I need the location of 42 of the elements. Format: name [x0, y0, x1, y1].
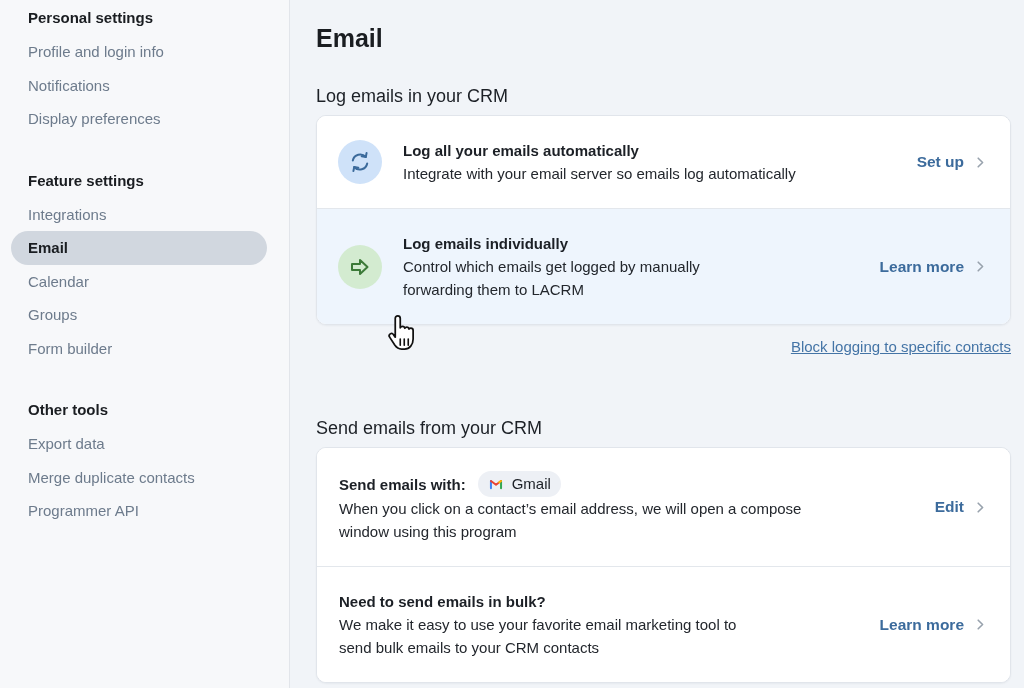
row-title: Need to send emails in bulk? [339, 592, 546, 612]
row-title: Log all your emails automatically [403, 141, 639, 161]
row-description: We make it easy to use your favorite email marketing tool to send bulk emails to your CRM contacts [339, 615, 738, 658]
sidebar-item[interactable]: Groups [11, 298, 267, 332]
row-description: Control which emails get logged by manually forwarding them to LACRM [403, 257, 701, 300]
sidebar-item[interactable]: Export data [11, 427, 267, 461]
sidebar-item[interactable]: Calendar [11, 264, 267, 298]
section-heading: Log emails in your CRM [316, 85, 510, 108]
page-title: Email [316, 23, 384, 53]
row-title: Log emails individually [403, 234, 569, 254]
section-heading: Send emails from your CRM [316, 417, 544, 440]
sidebar-heading: Personal settings [27, 8, 155, 28]
chevron-right-icon [977, 156, 984, 168]
sidebar-heading: Feature settings [27, 170, 145, 191]
sidebar-item[interactable]: Profile and login info [11, 35, 267, 69]
row-description: When you click on a contact’s email address, we will open a compose window using this program [339, 499, 803, 542]
sync-icon [338, 140, 382, 184]
chip-label: Gmail [511, 473, 551, 494]
sidebar-item[interactable]: Display preferences [11, 102, 267, 136]
sidebar-heading: Other tools [27, 400, 109, 420]
row-description: Integrate with your email server so emails log automatically [403, 164, 797, 184]
chevron-right-icon [977, 501, 984, 513]
sidebar-item[interactable]: Integrations [11, 197, 267, 231]
settings-row[interactable]: Send emails with: Gmail When you click on a contact’s email address, we will open a compose window using this program Edit [317, 448, 1010, 566]
settings-row[interactable]: Log all your emails automatically Integrate with your email server so emails log automatically Set up [317, 116, 1010, 208]
mail-logo-icon [488, 478, 503, 490]
sidebar-item[interactable]: Form builder [11, 331, 267, 365]
row-title: Send emails with: [339, 474, 466, 495]
action-link[interactable]: Learn more [879, 254, 984, 279]
sidebar-item[interactable]: Email [11, 231, 267, 265]
sidebar-item[interactable]: Merge duplicate contacts [11, 460, 267, 494]
action-link[interactable]: Edit [934, 495, 984, 519]
settings-row[interactable]: Need to send emails in bulk? We make it easy to use your favorite email marketing tool to send bulk emails to your CRM contacts Learn more [317, 566, 1010, 682]
chevron-right-icon [977, 619, 984, 630]
text-link[interactable]: Block logging to specific contacts [790, 336, 1011, 358]
chevron-right-icon [977, 261, 984, 272]
action-link[interactable]: Set up [916, 150, 984, 174]
settings-row[interactable]: Log emails individually Control which emails get logged by manually forwarding them to LACRM Learn more [317, 208, 1010, 324]
sidebar-item[interactable]: Programmer API [11, 494, 267, 528]
arrow-right-icon [338, 244, 382, 289]
action-link[interactable]: Learn more [879, 612, 984, 637]
sidebar-item[interactable]: Notifications [11, 68, 267, 102]
